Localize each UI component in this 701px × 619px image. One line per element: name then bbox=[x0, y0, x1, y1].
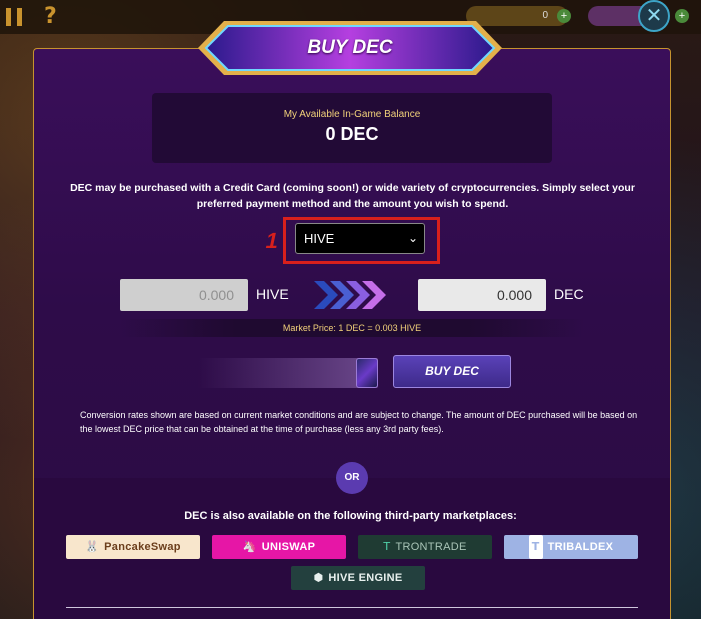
marketplace-label: UNISWAP bbox=[261, 541, 316, 553]
payment-method-value: HIVE bbox=[304, 231, 335, 246]
help-icon[interactable]: ? bbox=[44, 4, 57, 29]
pancakeswap-button[interactable]: 🐰 PancakeSwap bbox=[66, 535, 200, 559]
payment-method-select[interactable]: HIVE ⌄ bbox=[295, 223, 425, 254]
marketplace-label: HIVE ENGINE bbox=[328, 572, 403, 584]
conversion-note: Conversion rates shown are based on curr… bbox=[80, 410, 638, 434]
marketplace-label: PancakeSwap bbox=[104, 541, 181, 553]
section-divider bbox=[66, 607, 638, 608]
balance-label: My Available In-Game Balance bbox=[283, 109, 421, 120]
marketplace-label: TRONTRADE bbox=[395, 541, 467, 553]
or-divider-badge: OR bbox=[336, 462, 368, 494]
chevron-down-icon: ⌄ bbox=[407, 231, 418, 245]
hive-engine-icon: ⬢ bbox=[313, 571, 324, 584]
balance-panel: My Available In-Game Balance 0 DEC bbox=[152, 93, 552, 163]
modal-title: BUY DEC bbox=[307, 37, 393, 58]
conversion-arrows-icon bbox=[314, 281, 386, 309]
add-icon[interactable]: + bbox=[675, 9, 689, 23]
uniswap-icon: 🦄 bbox=[242, 540, 257, 553]
purchase-slider-track[interactable] bbox=[198, 358, 378, 388]
trontrade-button[interactable]: T TRONTRADE bbox=[358, 535, 492, 559]
tribaldex-button[interactable]: T TRIBALDEX bbox=[504, 535, 638, 559]
hive-engine-button[interactable]: ⬢ HIVE ENGINE bbox=[291, 566, 425, 590]
balance-value: 0 DEC bbox=[325, 124, 379, 144]
trontrade-icon: T bbox=[383, 540, 391, 553]
add-funds-icon[interactable]: + bbox=[557, 9, 571, 23]
pancakeswap-icon: 🐰 bbox=[85, 540, 100, 553]
spend-amount-input[interactable]: 0.000 bbox=[120, 279, 248, 311]
spend-unit-label: HIVE bbox=[256, 286, 289, 302]
marketplaces-heading: DEC is also available on the following t… bbox=[184, 510, 517, 522]
close-button[interactable]: ✕ bbox=[638, 0, 670, 32]
pause-icon[interactable] bbox=[6, 8, 22, 26]
buy-dec-button[interactable]: BUY DEC bbox=[393, 355, 511, 388]
receive-amount-input[interactable]: 0.000 bbox=[418, 279, 546, 311]
purchase-slider-handle[interactable] bbox=[356, 358, 378, 388]
marketplace-label: TRIBALDEX bbox=[547, 541, 614, 553]
receive-unit-label: DEC bbox=[554, 286, 584, 302]
tribaldex-icon: T bbox=[528, 535, 543, 559]
market-price: Market Price: 1 DEC = 0.003 HIVE bbox=[120, 319, 584, 337]
uniswap-button[interactable]: 🦄 UNISWAP bbox=[212, 535, 346, 559]
title-banner: BUY DEC bbox=[194, 17, 506, 79]
purchase-description: DEC may be purchased with a Credit Card … bbox=[70, 182, 635, 210]
